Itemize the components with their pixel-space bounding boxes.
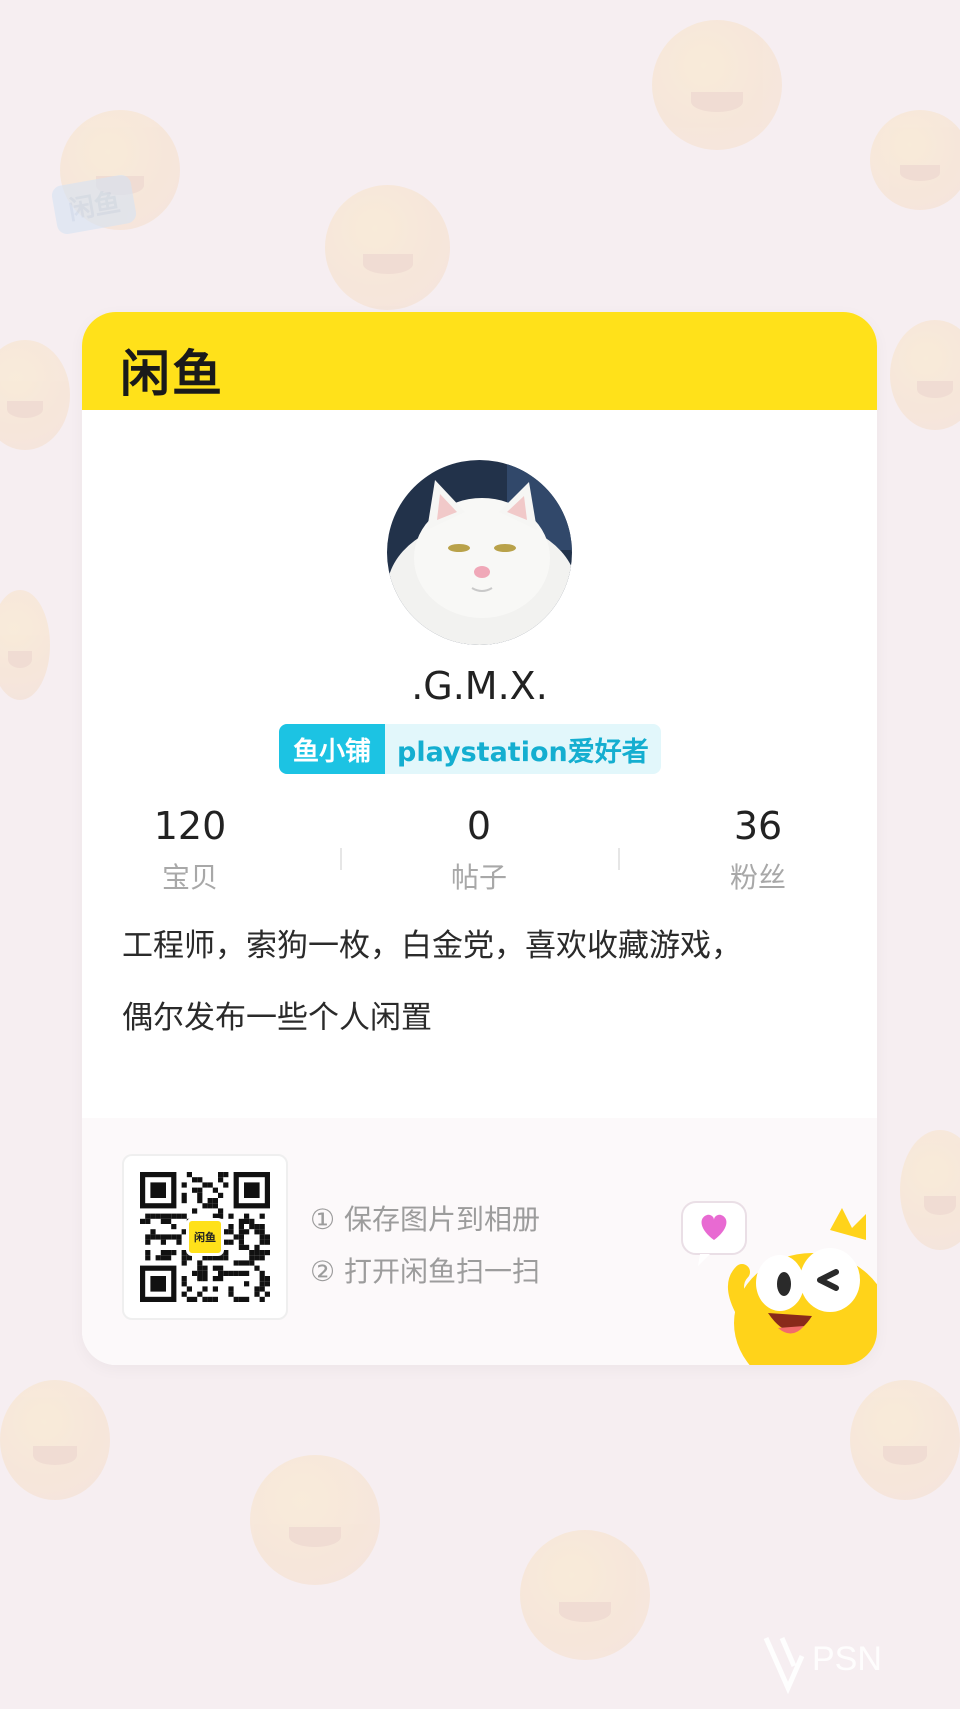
bg-emoji-face (850, 1380, 960, 1500)
bg-emoji-face (250, 1455, 380, 1585)
brand-logo: 闲鱼 (120, 345, 224, 403)
bg-emoji-face (0, 340, 70, 450)
card-header: 闲鱼 (82, 312, 877, 410)
white-cat-avatar-icon (387, 460, 572, 645)
stat-value: 120 (153, 804, 227, 848)
share-instructions: ① 保存图片到相册 ② 打开闲鱼扫一扫 (310, 1194, 540, 1298)
bg-emoji-face (870, 110, 960, 210)
qr-code[interactable]: 闲鱼 (122, 1154, 288, 1320)
stat-value: 36 (733, 804, 783, 848)
bio-line: 偶尔发布一些个人闲置 (122, 1000, 432, 1036)
stat-followers[interactable]: 36 粉丝 (658, 804, 858, 896)
avatar (387, 460, 572, 645)
bg-emoji-face (890, 320, 960, 430)
step-save-image: ① 保存图片到相册 (310, 1203, 541, 1236)
stat-divider (340, 848, 342, 870)
shop-badge-label: 鱼小铺 (279, 724, 386, 774)
bg-emoji-face (0, 590, 50, 700)
stat-label: 帖子 (450, 861, 507, 894)
heart-bubble-icon (681, 1201, 747, 1266)
user-badge[interactable]: 鱼小铺 playstation爱好者 (279, 724, 661, 774)
username: .G.M.X. (411, 664, 548, 708)
qr-logo: 闲鱼 (186, 1218, 224, 1256)
bg-emoji-face (652, 20, 782, 150)
yellow-fish-mascot-icon (681, 1201, 877, 1365)
bio-line: 工程师，索狗一枚，白金党，喜欢收藏游戏， (122, 928, 742, 964)
stat-items[interactable]: 120 宝贝 (90, 804, 290, 896)
share-footer: 闲鱼 ① 保存图片到相册 ② 打开闲鱼扫一扫 (82, 1118, 877, 1365)
bg-emoji-face (325, 185, 450, 310)
stats-row: 120 宝贝 0 帖子 36 粉丝 (82, 804, 877, 904)
stat-divider (618, 848, 620, 870)
stat-label: 粉丝 (729, 861, 786, 894)
bg-emoji-face (520, 1530, 650, 1660)
watermark-text: PSN (812, 1640, 882, 1678)
profile-card: 闲鱼 .G.M.X. 鱼小铺 playstation爱好者 120 宝贝 0 帖… (82, 312, 877, 1365)
bg-emoji-face (0, 1380, 110, 1500)
profile-bio: 工程师，索狗一枚，白金党，喜欢收藏游戏， 偶尔发布一些个人闲置 (122, 910, 842, 1054)
watermark-logo: PSN (763, 1636, 882, 1695)
stat-value: 0 (466, 804, 492, 848)
bg-emoji-face (900, 1130, 960, 1250)
step-open-scan: ② 打开闲鱼扫一扫 (310, 1255, 541, 1288)
interest-tag-label: playstation爱好者 (385, 724, 661, 774)
stat-posts[interactable]: 0 帖子 (379, 804, 579, 896)
stat-label: 宝贝 (161, 861, 218, 894)
